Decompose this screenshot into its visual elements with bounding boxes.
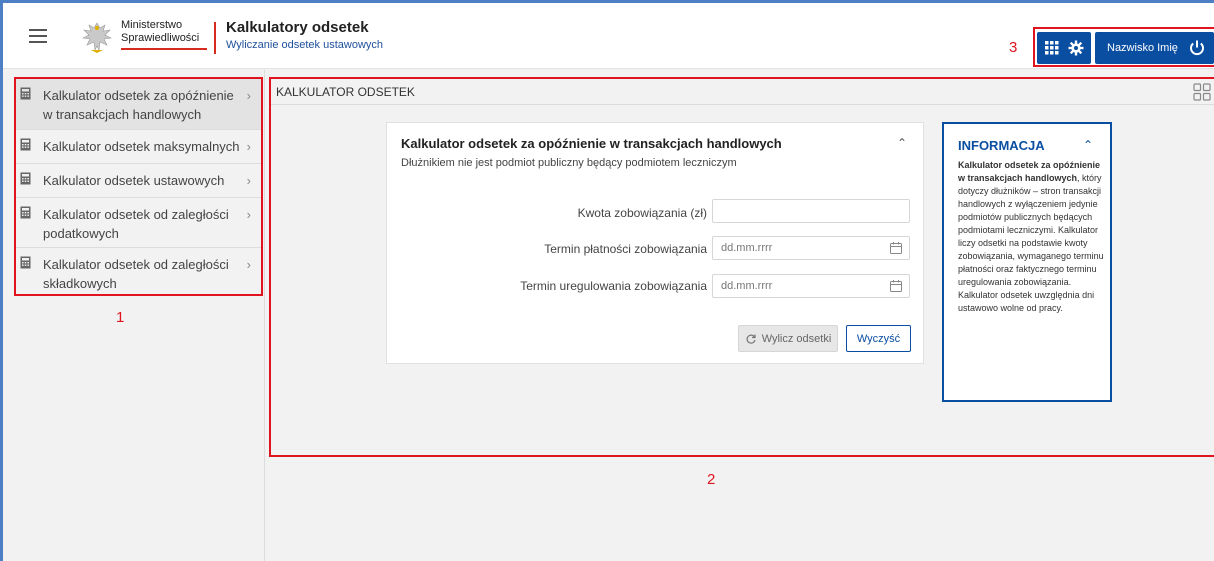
app-window: Ministerstwo Sprawiedliwości Kalkulatory… [0, 0, 1214, 561]
menu-icon[interactable] [29, 29, 47, 43]
gear-icon[interactable] [1068, 40, 1084, 56]
header-divider [214, 22, 216, 54]
annotation-box-2 [269, 77, 1214, 457]
user-name: Nazwisko Imię [1107, 42, 1178, 54]
ministry-line1: Ministerstwo [121, 19, 183, 31]
ministry-underline [121, 48, 207, 50]
eagle-emblem-icon [82, 22, 112, 53]
annotation-2: 2 [707, 471, 716, 488]
ministry-line2: Sprawiedliwości [121, 32, 200, 44]
ministry-name: Ministerstwo Sprawiedliwości [121, 19, 199, 45]
apps-settings-group [1037, 32, 1091, 64]
user-logout-button[interactable]: Nazwisko Imię [1095, 32, 1214, 64]
power-icon[interactable] [1188, 39, 1206, 57]
apps-grid-icon[interactable] [1045, 41, 1059, 55]
annotation-box-1 [14, 77, 263, 296]
annotation-1: 1 [116, 309, 125, 326]
app-subtitle: Wyliczanie odsetek ustawowych [226, 39, 384, 51]
app-title: Kalkulatory odsetek [226, 19, 369, 36]
annotation-3: 3 [1009, 39, 1018, 56]
